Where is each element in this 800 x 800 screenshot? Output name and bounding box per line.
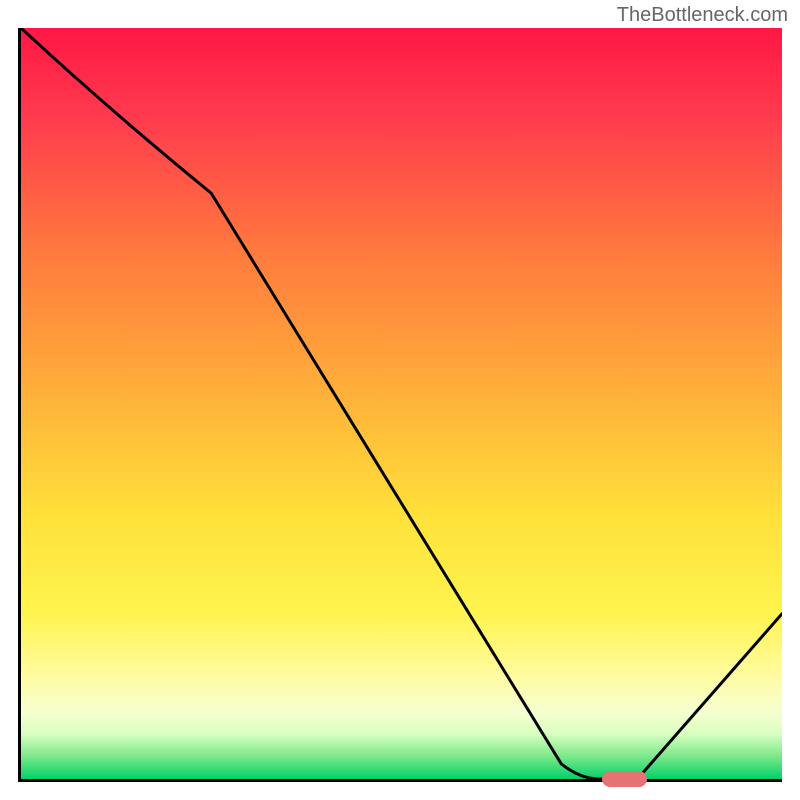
optimal-marker	[602, 771, 648, 787]
watermark-text: TheBottleneck.com	[617, 4, 788, 27]
bottleneck-curve	[21, 28, 782, 779]
chart-plot-area	[18, 28, 782, 782]
